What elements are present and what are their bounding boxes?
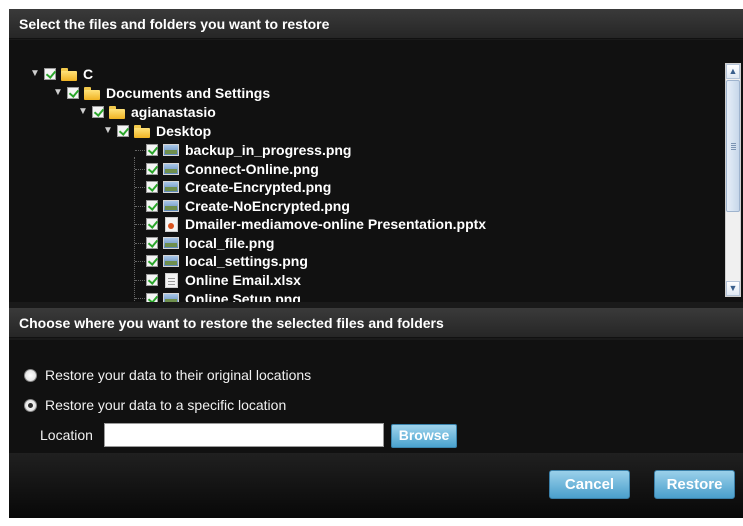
checkbox-documents[interactable] [67, 87, 79, 99]
tree-connector [135, 243, 145, 244]
folder-icon [61, 67, 77, 81]
expand-triangle-icon[interactable]: ▼ [52, 87, 64, 99]
excel-file-icon [165, 272, 178, 288]
image-file-icon [163, 181, 179, 193]
tree-file-row[interactable]: local_file.png [146, 234, 274, 252]
tree-connector [135, 261, 145, 262]
location-label: Location [40, 427, 93, 443]
checkbox-drive[interactable] [44, 68, 56, 80]
option-specific-location[interactable]: Restore your data to a specific location [24, 397, 286, 413]
tree-file-row[interactable]: Create-Encrypted.png [146, 178, 331, 196]
checkbox-file[interactable] [146, 144, 158, 156]
checkbox-file[interactable] [146, 218, 158, 230]
tree-scrollbar[interactable]: ▲ ▼ [725, 63, 741, 297]
tree-file-row[interactable]: Online Setup.png [146, 290, 301, 302]
tree-connector [135, 150, 145, 151]
file-name: Create-Encrypted.png [185, 179, 332, 195]
tree-node-desktop[interactable]: ▼ Desktop [102, 122, 211, 140]
tree-node-documents[interactable]: ▼ Documents and Settings [52, 84, 270, 102]
checkbox-file[interactable] [146, 237, 158, 249]
tree-node-label: Documents and Settings [106, 85, 271, 101]
tree-node-label: Desktop [156, 123, 212, 139]
image-file-icon [163, 200, 179, 212]
file-name: Connect-Online.png [185, 161, 319, 177]
file-name: Online Setup.png [185, 291, 301, 302]
checkbox-file[interactable] [146, 293, 158, 302]
checkbox-file[interactable] [146, 181, 158, 193]
restore-options-panel: Restore your data to their original loca… [9, 340, 743, 453]
powerpoint-file-icon [165, 216, 178, 232]
restore-section-header: Choose where you want to restore the sel… [9, 308, 743, 338]
tree-node-user[interactable]: ▼ agianastasio [77, 103, 216, 121]
tree-file-row[interactable]: backup_in_progress.png [146, 141, 351, 159]
scroll-down-arrow-icon[interactable]: ▼ [726, 281, 740, 296]
expand-triangle-icon[interactable]: ▼ [29, 68, 41, 80]
image-file-icon [163, 255, 179, 267]
folder-icon [84, 86, 100, 100]
image-file-icon [163, 144, 179, 156]
folder-icon [109, 105, 125, 119]
option-original-location[interactable]: Restore your data to their original loca… [24, 367, 311, 383]
file-name: Online Email.xlsx [185, 272, 301, 288]
tree-file-row[interactable]: Create-NoEncrypted.png [146, 197, 350, 215]
expand-triangle-icon[interactable]: ▼ [102, 125, 114, 137]
grip-icon [731, 143, 736, 150]
image-file-icon [163, 163, 179, 175]
location-input[interactable] [104, 423, 384, 447]
restore-button[interactable]: Restore [654, 470, 735, 499]
image-file-icon [163, 237, 179, 249]
tree-connector [135, 224, 145, 225]
option-specific-label: Restore your data to a specific location [45, 397, 287, 413]
tree-connector [135, 169, 145, 170]
tree-connector [135, 206, 145, 207]
tree-connector [135, 187, 145, 188]
tree-file-row[interactable]: local_settings.png [146, 252, 308, 270]
file-tree: ▼ C ▼ Documents and Settings ▼ agianasta… [9, 40, 725, 302]
file-tree-panel: ▼ C ▼ Documents and Settings ▼ agianasta… [9, 40, 743, 302]
file-name: Create-NoEncrypted.png [185, 198, 350, 214]
file-name: Dmailer-mediamove-online Presentation.pp… [185, 216, 487, 232]
expand-triangle-icon[interactable]: ▼ [77, 106, 89, 118]
tree-file-row[interactable]: Online Email.xlsx [146, 271, 301, 289]
checkbox-file[interactable] [146, 200, 158, 212]
image-file-icon [163, 293, 179, 302]
browse-button[interactable]: Browse [391, 424, 457, 448]
tree-node-drive[interactable]: ▼ C [29, 65, 93, 83]
files-section-header: Select the files and folders you want to… [9, 9, 743, 39]
checkbox-file[interactable] [146, 274, 158, 286]
radio-specific[interactable] [24, 398, 37, 412]
cancel-button[interactable]: Cancel [549, 470, 630, 499]
tree-file-row[interactable]: Dmailer-mediamove-online Presentation.pp… [146, 215, 486, 233]
checkbox-file[interactable] [146, 163, 158, 175]
dialog-footer: Cancel Restore [9, 453, 743, 518]
tree-connector [135, 298, 145, 299]
checkbox-desktop[interactable] [117, 125, 129, 137]
radio-original[interactable] [24, 368, 37, 382]
tree-file-row[interactable]: Connect-Online.png [146, 160, 319, 178]
folder-icon [134, 124, 150, 138]
file-name: local_file.png [185, 235, 275, 251]
restore-dialog: Select the files and folders you want to… [9, 9, 743, 518]
file-name: backup_in_progress.png [185, 142, 352, 158]
checkbox-user[interactable] [92, 106, 104, 118]
tree-node-label: agianastasio [131, 104, 216, 120]
checkbox-file[interactable] [146, 255, 158, 267]
file-name: local_settings.png [185, 253, 308, 269]
tree-node-label: C [83, 66, 94, 82]
tree-connector [135, 280, 145, 281]
scroll-up-arrow-icon[interactable]: ▲ [726, 64, 740, 79]
scrollbar-thumb[interactable] [726, 80, 740, 212]
option-original-label: Restore your data to their original loca… [45, 367, 312, 383]
